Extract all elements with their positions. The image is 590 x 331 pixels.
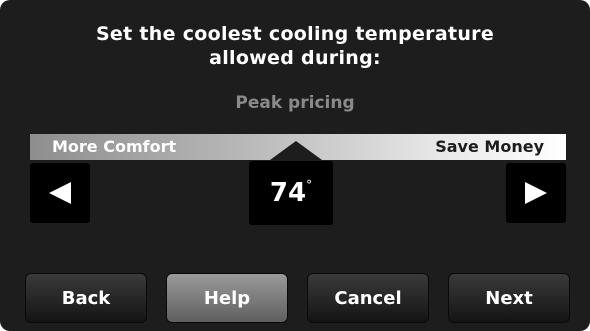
save-money-label: Save Money bbox=[435, 137, 544, 156]
help-button[interactable]: Help bbox=[166, 273, 288, 323]
more-comfort-label: More Comfort bbox=[52, 137, 177, 156]
back-button[interactable]: Back bbox=[25, 273, 147, 323]
temperature-display: 74° bbox=[249, 161, 333, 225]
next-button[interactable]: Next bbox=[448, 273, 570, 323]
temperature-value: 74 bbox=[269, 178, 307, 208]
title-line-1: Set the coolest cooling temperature bbox=[95, 23, 495, 45]
increase-temperature-button[interactable] bbox=[506, 163, 566, 223]
period-subtitle: Peak pricing bbox=[235, 93, 355, 113]
thermostat-screen: Set the coolest cooling temperature allo… bbox=[0, 0, 590, 331]
title-line-2: allowed during: bbox=[209, 47, 381, 69]
right-arrow-icon bbox=[525, 182, 547, 204]
page-title: Set the coolest cooling temperature allo… bbox=[0, 22, 590, 70]
degree-symbol: ° bbox=[306, 178, 313, 192]
slider-pointer-icon bbox=[270, 141, 322, 160]
left-arrow-icon bbox=[49, 182, 71, 204]
cancel-button[interactable]: Cancel bbox=[307, 273, 429, 323]
decrease-temperature-button[interactable] bbox=[30, 163, 90, 223]
